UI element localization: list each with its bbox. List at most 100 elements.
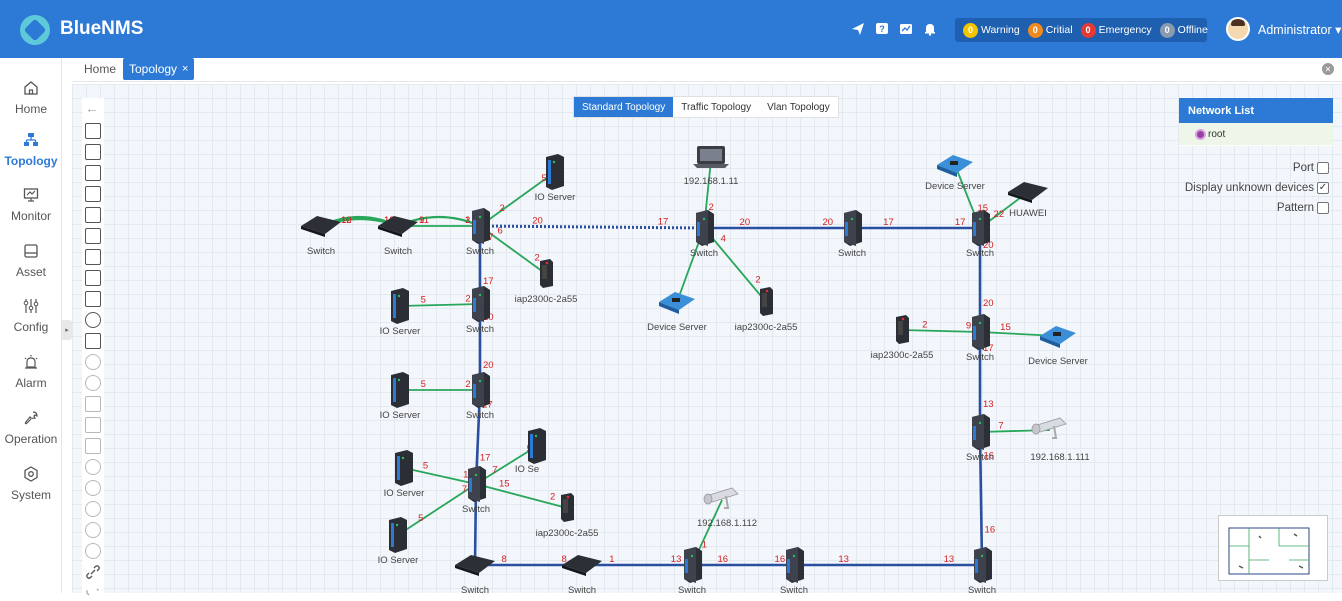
port-label: 9 <box>419 215 424 226</box>
device-sw_p[interactable]: Switch <box>968 547 996 593</box>
device-label: Switch <box>466 410 494 421</box>
sync-icon[interactable] <box>85 522 101 538</box>
tab-standard-topology[interactable]: Standard Topology <box>574 97 674 117</box>
device-iap3[interactable]: iap2300c-2a55 <box>735 287 798 333</box>
device-iap2[interactable]: iap2300c-2a55 <box>536 493 599 539</box>
port-label: 5 <box>423 461 428 472</box>
device-settings-icon[interactable] <box>85 396 101 412</box>
unlink-icon[interactable] <box>85 585 101 601</box>
topology-toolbar: ← <box>82 98 104 596</box>
export-icon[interactable] <box>85 228 101 244</box>
device-sw_a[interactable]: Switch <box>301 216 341 257</box>
globe-icon[interactable] <box>85 375 101 391</box>
add-node-icon[interactable] <box>85 333 101 349</box>
tab-traffic-topology[interactable]: Traffic Topology <box>673 97 759 117</box>
search-device-icon[interactable] <box>85 249 101 265</box>
device-label: Switch <box>461 585 489 593</box>
link-sw_g-sw_h[interactable]: 20 20 <box>704 217 852 230</box>
edit-icon[interactable] <box>85 207 101 223</box>
device-ds3[interactable]: Device Server <box>1028 326 1088 367</box>
option-pattern-label: Pattern <box>1276 202 1314 214</box>
device-cam2[interactable]: 192.168.1.112 <box>697 487 757 529</box>
device-laptop[interactable]: 192.168.1.11 <box>684 146 739 187</box>
save-icon[interactable] <box>85 144 101 160</box>
basket-icon[interactable] <box>85 291 101 307</box>
target-icon[interactable] <box>85 354 101 370</box>
link-sw_n-sw_o[interactable]: 16 16 <box>692 554 794 567</box>
device-sw_n[interactable]: Switch <box>678 547 706 593</box>
link-iap4-sw_j[interactable]: 29 <box>901 319 981 333</box>
device-label: IO Server <box>380 410 421 421</box>
link-sw_c-sw_g[interactable]: 20 17 <box>479 215 705 230</box>
upload-icon[interactable] <box>85 501 101 517</box>
port-label: 8 <box>502 554 507 565</box>
device-label: 192.168.1.112 <box>697 518 757 529</box>
backup-icon[interactable] <box>85 480 101 496</box>
option-port[interactable]: Port <box>1293 162 1329 174</box>
discover-icon[interactable] <box>85 270 101 286</box>
device-ds2[interactable]: Device Server <box>925 155 985 192</box>
pattern-checkbox[interactable] <box>1317 202 1329 214</box>
option-port-label: Port <box>1292 162 1314 174</box>
device-label: 192.168.1.111 <box>1030 452 1089 463</box>
port-label: 16 <box>985 525 996 536</box>
device-label: IO Server <box>378 555 419 566</box>
device-iap1[interactable]: iap2300c-2a55 <box>515 259 578 305</box>
code-icon[interactable] <box>85 438 101 454</box>
link-icon[interactable] <box>85 564 101 580</box>
port-label: 2 <box>465 293 470 304</box>
refresh-icon[interactable] <box>85 312 101 328</box>
port-label: 17 <box>658 217 669 228</box>
select-icon[interactable] <box>85 165 101 181</box>
device-label: IO Server <box>380 326 421 337</box>
port-label: 13 <box>671 554 682 565</box>
device-search-icon[interactable] <box>85 417 101 433</box>
device-ds1[interactable]: Device Server <box>647 292 707 333</box>
port-label: 15 <box>499 478 510 489</box>
device-io4[interactable]: IO Server <box>384 450 425 499</box>
topology-minimap[interactable] <box>1218 515 1328 581</box>
device-sw_m[interactable]: Switch <box>562 555 602 593</box>
port-label: 20 <box>532 215 543 226</box>
list-icon[interactable] <box>85 543 101 559</box>
device-sw_h[interactable]: Switch <box>838 210 866 259</box>
device-io5[interactable]: IO Se <box>515 428 546 475</box>
link-io2-sw_d[interactable]: 52 <box>399 293 481 307</box>
port-label: 20 <box>822 217 833 228</box>
link-io4-sw_f[interactable]: 513 <box>403 461 477 485</box>
device-label: Switch <box>966 248 994 259</box>
device-label: Switch <box>678 585 706 593</box>
device-io2[interactable]: IO Server <box>380 288 421 337</box>
back-arrow-icon[interactable]: ← <box>85 101 101 117</box>
device-label: Device Server <box>1028 356 1088 367</box>
layout-icon[interactable] <box>85 123 101 139</box>
port-label: 20 <box>983 298 994 309</box>
device-label: Switch <box>968 585 996 593</box>
device-sw_l[interactable]: Switch <box>455 555 495 593</box>
device-label: IO Se <box>515 464 539 475</box>
device-label: Switch <box>384 246 412 257</box>
option-pattern[interactable]: Pattern <box>1277 202 1329 214</box>
link-io3-sw_e[interactable]: 52 <box>400 379 480 391</box>
device-sw_g[interactable]: Switch <box>690 210 718 259</box>
link-sw_h-sw_i[interactable]: 17 17 <box>852 217 980 230</box>
tab-vlan-topology[interactable]: Vlan Topology <box>759 97 838 117</box>
device-sw_k[interactable]: Switch <box>966 414 994 463</box>
network-settings-icon[interactable] <box>85 459 101 475</box>
device-huawei[interactable]: HUAWEI <box>1008 182 1048 219</box>
option-display-unknown-devices[interactable]: Display unknown devices ✓ <box>1185 182 1329 194</box>
port-label: 10 <box>341 215 352 226</box>
unknown-devices-checkbox[interactable]: ✓ <box>1317 182 1329 194</box>
network-item-root[interactable]: root <box>1179 123 1333 145</box>
copy-icon[interactable] <box>85 186 101 202</box>
link-sw_o-sw_p[interactable]: 13 13 <box>794 554 982 567</box>
device-io6[interactable]: IO Server <box>378 517 419 566</box>
device-label: 192.168.1.11 <box>684 176 739 187</box>
device-sw_i[interactable]: Switch <box>966 210 994 259</box>
device-io3[interactable]: IO Server <box>380 372 421 421</box>
device-cam1[interactable]: 192.168.1.111 <box>1030 417 1090 463</box>
topology-graph[interactable]: 1212101011193256220171717522020521717513… <box>0 0 1342 593</box>
port-label: 5 <box>421 379 426 390</box>
port-label: 17 <box>883 217 894 228</box>
port-checkbox[interactable] <box>1317 162 1329 174</box>
